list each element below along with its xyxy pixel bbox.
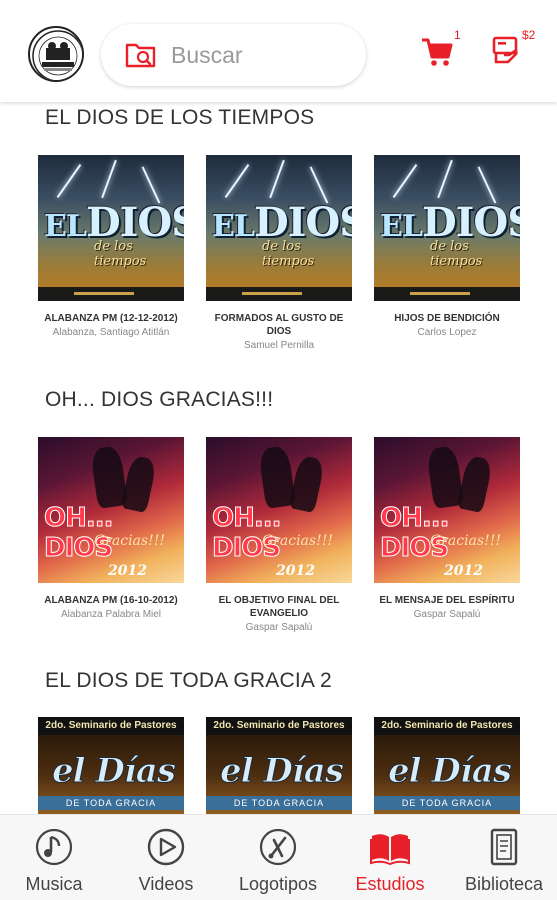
section-title: OH... DIOS GRACIAS!!! [45, 388, 274, 411]
album-card[interactable]: OH... DIOS Gracias!!! 2012 ALABANZA PM (… [38, 437, 184, 621]
album-card[interactable]: ELDIOS de los tiempos ALABANZA PM (12-12… [38, 155, 184, 339]
search-input[interactable] [171, 38, 351, 72]
album-cover: ELDIOS de los tiempos [38, 155, 184, 301]
section-title: EL DIOS DE LOS TIEMPOS [45, 106, 315, 129]
search-bar[interactable] [101, 24, 366, 86]
nav-item-biblioteca[interactable]: Biblioteca [452, 815, 556, 900]
folder-search-icon [125, 43, 156, 68]
cart-icon [422, 38, 453, 66]
nav-label: Biblioteca [464, 874, 544, 894]
album-artist: Alabanza, Santiago Atitlán [52, 327, 170, 338]
library-icon [490, 828, 518, 866]
album-card[interactable]: 2do. Seminario de Pastores el Días DE TO… [38, 717, 184, 814]
album-card[interactable]: OH... DIOS Gracias!!! 2012 EL MENSAJE DE… [374, 437, 520, 621]
purchases-button[interactable]: $2 [490, 28, 542, 72]
nav-item-videos[interactable]: Videos [114, 815, 218, 900]
album-title: HIJOS DE BENDICIÓN [394, 313, 500, 324]
nav-label: Musica [25, 874, 83, 894]
album-cover: OH... DIOS Gracias!!! 2012 [38, 437, 184, 583]
ministry-logo[interactable] [28, 26, 84, 82]
album-cover: ELDIOS de los tiempos [206, 155, 352, 301]
album-title: FORMADOS AL GUSTO DE DIOS [214, 313, 344, 337]
album-artist: Samuel Pernilla [243, 340, 315, 351]
cart-count-badge: 1 [454, 28, 461, 42]
album-cover: OH... DIOS Gracias!!! 2012 [206, 437, 352, 583]
album-artist: Carlos Lopez [417, 327, 477, 338]
hand-money-icon [492, 36, 518, 64]
album-title: ALABANZA PM (12-12-2012) [44, 313, 178, 324]
album-card[interactable]: ELDIOS de los tiempos FORMADOS AL GUSTO … [206, 155, 352, 352]
section-title: EL DIOS DE TODA GRACIA 2 [45, 669, 332, 692]
album-title: EL MENSAJE DEL ESPÍRITU [379, 595, 515, 606]
price-badge: $2 [522, 28, 536, 42]
album-artist: Gaspar Sapalú [413, 609, 481, 620]
album-card[interactable]: ELDIOS de los tiempos HIJOS DE BENDICIÓN… [374, 155, 520, 339]
album-cover: 2do. Seminario de Pastores el Días DE TO… [206, 717, 352, 814]
album-cover: 2do. Seminario de Pastores el Días DE TO… [374, 717, 520, 814]
album-artist: Alabanza Palabra Miel [60, 609, 162, 620]
album-card[interactable]: OH... DIOS Gracias!!! 2012 EL OBJETIVO F… [206, 437, 352, 634]
bottom-navigation: Musica Videos Logotipos Estudios Bibliot… [0, 814, 557, 900]
nav-item-estudios[interactable]: Estudios [338, 815, 442, 900]
nav-label: Logotipos [238, 874, 318, 894]
cart-button[interactable]: 1 [420, 28, 464, 70]
open-book-icon [370, 834, 410, 866]
music-note-icon [35, 828, 73, 866]
album-artist: Gaspar Sapalú [245, 622, 313, 633]
album-card[interactable]: 2do. Seminario de Pastores el Días DE TO… [374, 717, 520, 814]
nav-item-logotipos[interactable]: Logotipos [226, 815, 330, 900]
album-cover: OH... DIOS Gracias!!! 2012 [374, 437, 520, 583]
top-app-bar: 1 $2 [0, 0, 557, 102]
album-title: ALABANZA PM (16-10-2012) [44, 595, 178, 606]
nav-item-musica[interactable]: Musica [2, 815, 106, 900]
nav-label: Videos [138, 874, 194, 894]
brush-icon [259, 828, 297, 866]
play-circle-icon [147, 828, 185, 866]
studies-list[interactable]: EL DIOS DE LOS TIEMPOS ELDIOS de los tie… [0, 102, 557, 814]
nav-label: Estudios [355, 874, 425, 894]
album-title: EL OBJETIVO FINAL DEL EVANGELIO [218, 595, 340, 619]
album-card[interactable]: 2do. Seminario de Pastores el Días DE TO… [206, 717, 352, 814]
album-cover: 2do. Seminario de Pastores el Días DE TO… [38, 717, 184, 814]
album-cover: ELDIOS de los tiempos [374, 155, 520, 301]
